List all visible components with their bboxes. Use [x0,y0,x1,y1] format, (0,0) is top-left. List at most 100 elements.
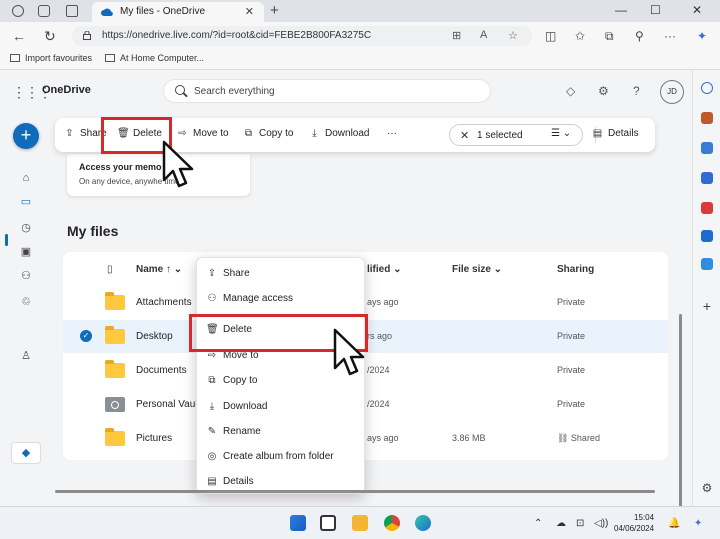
more-options-icon[interactable]: ··· [664,29,676,43]
promo-card[interactable]: Access your memo On any device, anywhe t… [67,154,250,196]
column-modified[interactable]: lified ⌄ [367,264,402,275]
avatar[interactable]: JD [660,80,684,104]
maximize-button[interactable]: ☐ [650,3,661,17]
at-home-computer-link[interactable]: At Home Computer... [105,53,204,63]
extensions-icon[interactable]: ⚲ [635,29,644,43]
windows-start-icon[interactable] [290,515,306,531]
lock-icon [83,31,91,40]
tab-actions-icon[interactable] [66,5,78,17]
read-aloud-icon[interactable]: A [480,29,487,41]
menu-item-create-album[interactable]: ◎ Create album from folder [197,445,366,469]
menu-item-download[interactable]: ⤓ Download [197,395,366,419]
back-icon[interactable]: ← [12,28,26,44]
split-screen-icon[interactable]: ◫ [545,29,556,43]
recent-icon[interactable]: ◷ [20,222,32,234]
file-name[interactable]: Documents [136,365,187,376]
import-favourites-link[interactable]: Import favourites [10,53,92,63]
search-input[interactable]: Search everything [163,79,491,103]
file-sharing: Private [557,365,586,375]
collections-icon[interactable]: ⧉ [605,29,614,44]
file-name[interactable]: Personal Vault [136,399,200,410]
brand-title[interactable]: OneDrive [42,84,91,96]
folder-icon [105,292,125,310]
manage-access-icon: ⚇ [207,293,217,304]
settings-gear-icon[interactable]: ⚙ [598,84,609,98]
menu-item-manage-access[interactable]: ⚇ Manage access [197,287,366,311]
tools-icon[interactable] [701,142,713,154]
file-name[interactable]: Attachments [136,297,192,308]
copy-to-command[interactable]: ⧉ Copy to [243,128,294,139]
edge-sidebar: + ⚙ [692,70,720,506]
tab-title: My files - OneDrive [120,6,206,17]
file-modified: /2024 [367,365,390,375]
onedrive-tray-icon[interactable]: ☁ [556,518,566,529]
premium-button[interactable]: ◆ [11,442,41,464]
file-name[interactable]: Desktop [136,331,173,342]
people-icon[interactable]: ♙ [20,350,32,362]
shared-people-icon[interactable]: ⚇ [20,270,32,282]
tab-onedrive[interactable]: My files - OneDrive ✕ [92,2,264,22]
recycle-bin-icon[interactable]: ♲ [20,296,32,308]
copilot-tray-icon[interactable]: ✦ [694,518,702,529]
menu-item-rename[interactable]: ✎ Rename [197,420,366,444]
menu-item-label: Details [223,476,254,487]
menu-item-label: Manage access [223,293,294,304]
view-options-button[interactable]: ☰ ⌄ [551,128,571,139]
games-icon[interactable] [701,172,713,184]
favourites-icon[interactable]: ✩ [575,29,585,43]
rename-icon: ✎ [207,426,217,437]
promo-heading: Access your memo [79,162,162,172]
add-new-button[interactable]: + [13,123,39,149]
home-icon[interactable]: ⌂ [20,172,32,184]
menu-item-share[interactable]: ⇪ Share [197,262,366,286]
new-tab-button[interactable]: + [270,2,279,19]
tab-close-icon[interactable]: ✕ [245,5,254,18]
more-commands-button[interactable]: ··· [387,128,397,139]
clear-selection-icon[interactable]: ✕ [460,129,469,142]
address-bar[interactable]: https://onedrive.live.com/?id=root&cid=F… [72,26,532,46]
app-available-icon[interactable]: ⊞ [452,29,461,42]
folder-icon [105,326,125,344]
file-size: 3.86 MB [452,433,486,443]
add-icon[interactable]: + [701,299,713,313]
monitor-icon [105,54,115,62]
import-favourites-label: Import favourites [25,53,93,63]
office-icon[interactable] [701,202,713,214]
profile-icon[interactable] [12,5,24,17]
task-view-icon[interactable] [320,515,336,531]
favourite-star-icon[interactable]: ☆ [508,29,518,42]
minimize-button[interactable]: — [615,3,627,17]
tray-chevron-icon[interactable]: ⌃ [534,518,542,529]
column-name[interactable]: Name ↑ ⌄ [136,264,182,275]
shopping-icon[interactable] [701,112,713,124]
sidebar-settings-icon[interactable]: ⚙ [701,482,713,494]
search-icon[interactable] [701,82,713,94]
volume-icon[interactable]: ◁)) [594,518,608,529]
edge-browser-icon[interactable] [415,515,431,531]
premium-diamond-icon[interactable]: ◇ [566,84,575,98]
my-files-folder-icon[interactable]: ▭ [20,196,32,208]
selected-check-icon[interactable]: ✓ [80,330,92,342]
copilot-icon[interactable]: ✦ [697,29,707,43]
help-icon[interactable]: ? [633,84,640,98]
column-file-size[interactable]: File size ⌄ [452,264,502,275]
system-clock[interactable]: 15:04 04/06/2024 [614,512,654,534]
workspaces-icon[interactable] [38,5,50,17]
move-to-command[interactable]: ⇨ Move to [177,128,228,139]
network-icon[interactable]: ⊡ [576,518,584,529]
photos-icon[interactable]: ▣ [20,246,32,258]
notification-bell-icon[interactable]: 🔔 [668,518,680,529]
outlook-icon[interactable] [701,230,713,242]
column-sharing[interactable]: Sharing [557,264,594,275]
refresh-icon[interactable]: ↻ [44,28,56,45]
file-explorer-icon[interactable] [352,515,368,531]
chrome-icon[interactable] [384,515,400,531]
details-command[interactable]: ▤ Details [592,128,639,139]
menu-item-label: Download [223,401,268,412]
horizontal-scrollbar[interactable] [55,490,655,493]
selection-count: 1 selected [477,130,523,141]
send-icon[interactable] [701,258,713,270]
download-command[interactable]: ⤓ Download [309,128,369,139]
close-window-button[interactable]: ✕ [692,3,702,17]
file-name[interactable]: Pictures [136,433,172,444]
